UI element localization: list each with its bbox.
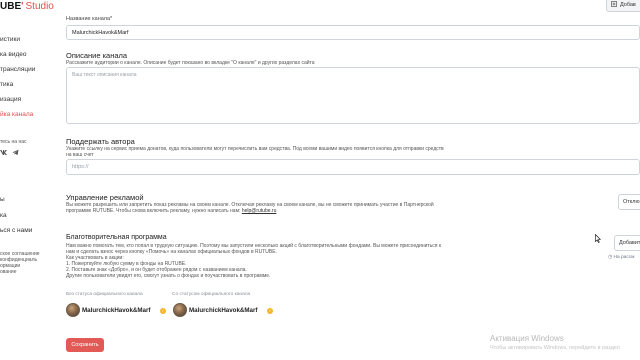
- charity-add-button[interactable]: Добавить: [614, 235, 640, 251]
- charity-text-5: Другие пользователи увидят его, смогут у…: [66, 273, 271, 279]
- channel-name-example-2: MalurchickHavok&Marf: [189, 307, 258, 314]
- logo-studio: Studio: [25, 1, 54, 12]
- ad-management-title: Управление рекламой: [66, 193, 144, 202]
- sidebar-item-statistics[interactable]: истики: [0, 36, 20, 43]
- charity-text: Нам важно помогать тем, кто попал в труд…: [66, 243, 446, 279]
- verified-badge-icon: ✓: [160, 308, 166, 314]
- sidebar: UBE' Studio истики ка видео трансляции ти…: [0, 0, 54, 360]
- charity-title: Благотворительная программа: [66, 234, 167, 241]
- charity-status-label: На рассм: [613, 255, 635, 260]
- save-button[interactable]: Сохранить: [66, 338, 104, 352]
- disable-ads-button[interactable]: Отклю: [618, 194, 640, 210]
- charity-text-1: Нам важно помогать тем, кто попал в труд…: [66, 243, 442, 255]
- sidebar-item-video-upload[interactable]: ка видео: [0, 51, 27, 58]
- sidebar-item-analytics[interactable]: тика: [0, 81, 13, 88]
- telegram-icon[interactable]: [12, 149, 19, 158]
- windows-activation-title: Активация Windows: [490, 334, 564, 343]
- sidebar-item-bottom-1[interactable]: ы: [0, 196, 5, 203]
- no-status-label: Без статуса официального канала: [66, 292, 143, 297]
- plus-icon: [611, 1, 617, 9]
- channel-name-example-1: MalurchickHavok&Marf: [82, 307, 151, 314]
- description-subtitle: Расскажите аудитории о канале. Описание …: [66, 60, 315, 66]
- help-email-link[interactable]: help@rutube.ru: [242, 208, 277, 214]
- channel-name-input[interactable]: MalurchickHavok&Marf: [66, 25, 640, 40]
- legal-link-usage[interactable]: ование: [0, 269, 17, 276]
- sidebar-item-monetization[interactable]: изация: [0, 96, 21, 103]
- mouse-cursor-icon: [595, 230, 601, 248]
- social-label: тесь на нас: [0, 139, 27, 145]
- windows-activation-text: Чтобы активировать Windows, перейдите в …: [490, 345, 620, 351]
- donation-link-input[interactable]: https://: [66, 159, 640, 175]
- charity-status: ◷ На рассм: [608, 255, 634, 260]
- support-author-subtitle: Укажите ссылку на сервис приема донатов,…: [66, 146, 444, 158]
- description-title: Описание канала: [66, 51, 128, 60]
- vk-icon[interactable]: [0, 150, 7, 157]
- description-textarea[interactable]: Ваш текст описания канала: [66, 67, 640, 124]
- with-status-label: Со статусом официального канала: [172, 292, 251, 297]
- sidebar-item-channel-settings[interactable]: йка канала: [0, 111, 33, 118]
- sidebar-item-streams[interactable]: трансляции: [0, 66, 35, 73]
- sidebar-item-contact[interactable]: ься с нами: [0, 227, 32, 234]
- support-author-title: Поддержать автора: [66, 137, 135, 146]
- logo-main: UBE: [0, 1, 22, 12]
- ad-management-text: Вы можете разрешить или запретить показ …: [66, 202, 446, 214]
- add-content-button[interactable]: Добав: [606, 0, 640, 12]
- clock-icon: ◷: [608, 255, 613, 260]
- channel-name-label: Название канала*: [66, 16, 113, 22]
- rutube-studio-logo[interactable]: UBE' Studio: [0, 1, 54, 15]
- add-content-label: Добав: [620, 2, 636, 8]
- sidebar-item-bottom-2[interactable]: ка: [0, 212, 7, 219]
- verified-badge-icon: ✓: [267, 308, 273, 314]
- avatar: [66, 303, 80, 317]
- avatar: [173, 303, 187, 317]
